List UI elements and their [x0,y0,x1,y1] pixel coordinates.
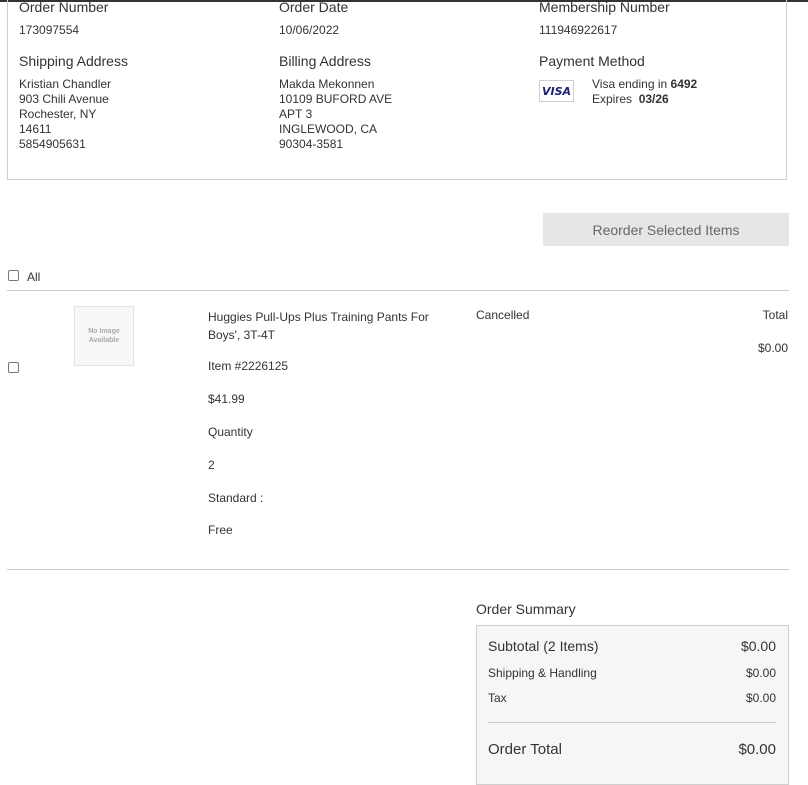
billing-line: APT 3 [279,107,313,121]
item-price: $41.99 [208,392,245,406]
item-status: Cancelled [476,308,530,322]
shipping-line: 5854905631 [19,137,86,151]
card-ending: Visa ending in 6492 [592,77,697,92]
quantity-label: Quantity [208,425,253,439]
visa-card-icon: VISA [539,80,574,102]
select-all-label: All [27,270,41,284]
order-summary-title: Order Summary [476,601,576,617]
summary-divider [488,722,776,723]
billing-line: 10109 BUFORD AVE [279,92,393,106]
shipping-address: Kristian Chandler 903 Chili Avenue Roche… [19,77,111,152]
membership-number-value: 111946922617 [539,23,618,37]
reorder-selected-items-button[interactable]: Reorder Selected Items [543,213,789,246]
subtotal-value: $0.00 [740,638,776,654]
item-title[interactable]: Huggies Pull-Ups Plus Training Pants For… [208,308,429,344]
billing-line: Makda Mekonnen [279,77,375,91]
item-number: Item #2226125 [208,359,289,373]
card-expiry-prefix: Expires [592,92,633,106]
available-text: Available [88,337,120,344]
item-title-line2: Boys', 3T-4T [208,328,275,342]
billing-address-label: Billing Address [279,53,371,69]
product-image-placeholder: No Image Available [74,306,134,366]
shipping-address-label: Shipping Address [19,53,128,69]
card-ending-prefix: Visa ending in [592,77,668,91]
billing-line: INGLEWOOD, CA [279,122,378,136]
shipping-line: 14611 [19,122,52,136]
billing-address: Makda Mekonnen 10109 BUFORD AVE APT 3 IN… [279,77,392,152]
tax-value: $0.00 [745,691,776,705]
tax-label: Tax [488,691,507,705]
select-all-checkbox[interactable] [8,270,19,281]
shipping-handling-value: $0.00 [745,666,776,680]
order-number-value: 173097554 [19,23,80,37]
order-number-label: Order Number [19,0,109,15]
shipping-method-label: Standard : [208,491,264,505]
item-total-value: $0.00 [757,341,788,355]
no-image-text: No Image [88,328,120,335]
item-total-label: Total [762,308,788,322]
divider [7,569,789,570]
divider [7,290,789,291]
payment-method-label: Payment Method [539,53,645,69]
membership-number-label: Membership Number [539,0,670,15]
shipping-handling-label: Shipping & Handling [488,666,597,680]
card-expiry: Expires 03/26 [592,92,669,107]
order-date-label: Order Date [279,0,349,15]
item-title-line1: Huggies Pull-Ups Plus Training Pants For [208,310,429,324]
card-expiry-value: 03/26 [638,92,669,106]
quantity-value: 2 [208,458,215,472]
order-total-value: $0.00 [738,741,776,758]
shipping-line: 903 Chili Avenue [19,92,109,106]
card-ending-digits: 6492 [670,77,698,91]
item-select-checkbox[interactable] [8,362,19,373]
shipping-method-value: Free [208,523,233,537]
shipping-line: Kristian Chandler [19,77,112,91]
subtotal-label: Subtotal (2 Items) [488,638,599,654]
order-date-value: 10/06/2022 [279,23,340,37]
shipping-line: Rochester, NY [19,107,97,121]
order-total-label: Order Total [488,741,562,758]
billing-line: 90304-3581 [279,137,344,151]
